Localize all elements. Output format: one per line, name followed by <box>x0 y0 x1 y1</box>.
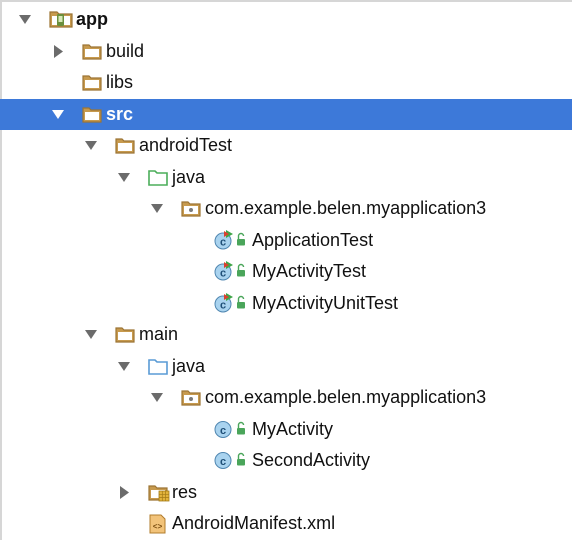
svg-text:c: c <box>220 456 226 468</box>
module-folder-icon <box>48 4 74 35</box>
access-lock-icon <box>234 288 248 319</box>
folder-icon <box>114 319 136 350</box>
tree-row-myactivityunittest[interactable]: c MyActivityUnitTest <box>0 288 572 319</box>
access-lock-icon <box>234 445 248 476</box>
tree-row-label: src <box>106 103 134 124</box>
tree-row-label: java <box>172 166 206 187</box>
folder-icon <box>114 130 136 161</box>
tree-row-myactivity[interactable]: c MyActivity <box>0 414 572 445</box>
collapse-arrow-icon[interactable] <box>148 193 166 224</box>
tree-row-libs[interactable]: libs <box>0 67 572 98</box>
resource-folder-icon <box>147 477 171 508</box>
tree-row-label: libs <box>106 72 134 92</box>
source-folder-icon <box>147 351 169 382</box>
tree-row-myactivitytest[interactable]: c MyActivityTest <box>0 256 572 287</box>
tree-row-label: AndroidManifest.xml <box>172 513 336 533</box>
expand-arrow-icon[interactable] <box>49 36 67 67</box>
tree-row-label: app <box>76 9 109 29</box>
tree-row-label: com.example.belen.myapplication3 <box>205 198 487 218</box>
tree-row-main-package[interactable]: com.example.belen.myapplication3 <box>0 382 572 413</box>
collapse-arrow-icon[interactable] <box>115 162 133 193</box>
panel-border-top <box>0 0 572 2</box>
class-icon: c <box>213 414 235 445</box>
xml-file-icon: <> <box>147 508 169 539</box>
collapse-arrow-icon[interactable] <box>115 351 133 382</box>
tree-row-label: java <box>172 355 206 376</box>
tree-row-secondactivity[interactable]: c SecondActivity <box>0 445 572 476</box>
tree-row-androidtest[interactable]: androidTest <box>0 130 572 161</box>
tree-row-applicationtest[interactable]: c ApplicationTest <box>0 225 572 256</box>
tree-row-res[interactable]: res <box>0 477 572 508</box>
collapse-arrow-icon[interactable] <box>49 99 67 130</box>
tree-row-label: ApplicationTest <box>252 229 374 250</box>
tree-row-main[interactable]: main <box>0 319 572 350</box>
access-lock-icon <box>234 225 248 256</box>
project-tree: app build libs src androidTest java com.exampl… <box>0 0 572 540</box>
svg-text:c: c <box>220 236 226 248</box>
access-lock-icon <box>234 256 248 287</box>
collapse-arrow-icon[interactable] <box>82 319 100 350</box>
svg-text:c: c <box>220 425 226 437</box>
folder-icon <box>81 36 103 67</box>
tree-row-label: main <box>139 324 179 344</box>
tree-row-label: res <box>172 481 198 502</box>
tree-row-label: build <box>106 40 145 61</box>
test-class-icon: c <box>213 288 235 319</box>
package-icon <box>180 382 202 413</box>
tree-row-androidtest-package[interactable]: com.example.belen.myapplication3 <box>0 193 572 224</box>
svg-text:c: c <box>220 299 226 311</box>
collapse-arrow-icon[interactable] <box>148 382 166 413</box>
folder-icon <box>81 99 103 130</box>
tree-row-label: MyActivityTest <box>252 261 367 281</box>
tree-row-label: SecondActivity <box>252 450 371 470</box>
collapse-arrow-icon[interactable] <box>82 130 100 161</box>
test-class-icon: c <box>213 225 235 256</box>
test-class-icon: c <box>213 256 235 287</box>
folder-icon <box>81 67 103 98</box>
tree-row-label: MyActivity <box>252 418 333 439</box>
tree-row-build[interactable]: build <box>0 36 572 67</box>
tree-row-label: com.example.belen.myapplication3 <box>205 387 487 407</box>
tree-row-app[interactable]: app <box>0 4 572 35</box>
svg-text:c: c <box>220 268 226 280</box>
tree-row-androidmanifest[interactable]: <> AndroidManifest.xml <box>0 508 572 539</box>
tree-row-androidtest-java[interactable]: java <box>0 162 572 193</box>
tree-row-label: androidTest <box>139 135 233 155</box>
tree-row-main-java[interactable]: java <box>0 351 572 382</box>
package-icon <box>180 193 202 224</box>
access-lock-icon <box>234 414 248 445</box>
test-source-folder-icon <box>147 162 169 193</box>
tree-row-label: MyActivityUnitTest <box>252 292 399 313</box>
svg-text:<>: <> <box>153 523 163 532</box>
class-icon: c <box>213 445 235 476</box>
collapse-arrow-icon[interactable] <box>16 4 34 35</box>
tree-row-src[interactable]: src <box>0 98 572 130</box>
expand-arrow-icon[interactable] <box>115 477 133 508</box>
